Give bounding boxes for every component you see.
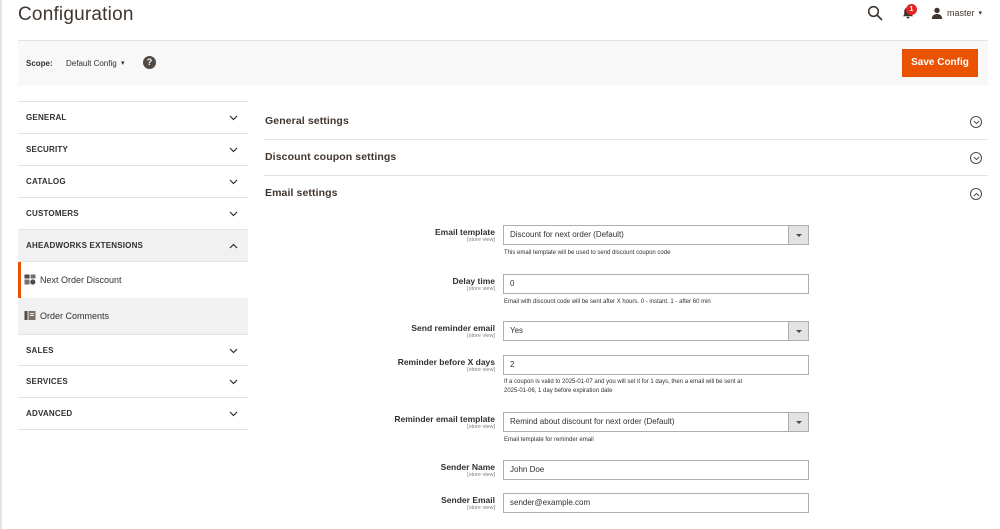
scope-caret-icon[interactable]: ▾: [121, 59, 125, 67]
section-discount-coupon-settings[interactable]: Discount coupon settings: [264, 140, 988, 176]
field-note: If a coupon is valid to 2025-01-07 and y…: [504, 379, 743, 385]
select-value: Discount for next order (Default): [510, 230, 624, 239]
notifications-button[interactable]: 1: [901, 4, 917, 20]
store-view-hint: [store view]: [467, 424, 495, 430]
expand-icon: [970, 152, 982, 164]
page-left-border: [0, 0, 2, 529]
store-view-hint: [store view]: [467, 286, 495, 292]
field-label: Reminder email template: [394, 414, 495, 424]
expand-icon: [970, 116, 982, 128]
field-label: Sender Email: [441, 495, 495, 505]
sidebar-tab-label: CUSTOMERS: [26, 209, 79, 218]
delay-time-input[interactable]: 0: [503, 274, 809, 294]
input-value: 0: [510, 279, 515, 288]
sidebar-tab-customers[interactable]: CUSTOMERS: [18, 198, 248, 230]
input-value: 2: [510, 360, 515, 369]
notification-count-badge: 1: [905, 4, 917, 15]
header-actions: 1 master ▾: [867, 4, 982, 21]
sender-email-input[interactable]: sender@example.com: [503, 493, 809, 513]
field-note: Email with discount code will be sent af…: [504, 299, 711, 305]
field-label: Sender Name: [440, 462, 495, 472]
scope-label: Scope:: [26, 59, 53, 68]
dropdown-arrow-icon[interactable]: [788, 226, 808, 244]
config-sidebar: GENERAL SECURITY CATALOG CUSTOMERS AHEAD…: [18, 101, 248, 430]
section-title: Email settings: [265, 187, 338, 199]
chevron-down-icon: [228, 398, 238, 430]
chevron-down-icon: [228, 134, 238, 166]
chevron-down-icon: [228, 102, 238, 134]
sidebar-tab-label: SECURITY: [26, 145, 69, 154]
store-view-hint: [store view]: [467, 472, 495, 478]
save-config-button[interactable]: Save Config: [902, 49, 978, 77]
sidebar-tab-label: CATALOG: [26, 177, 66, 186]
dropdown-arrow-icon[interactable]: [788, 413, 808, 431]
user-menu-caret-icon[interactable]: ▾: [978, 9, 982, 17]
page-title: Configuration: [18, 4, 134, 25]
sender-name-input[interactable]: John Doe: [503, 460, 809, 480]
sidebar-tab-catalog[interactable]: CATALOG: [18, 166, 248, 198]
sidebar-tab-general[interactable]: GENERAL: [18, 102, 248, 134]
sidebar-tab-label: GENERAL: [26, 113, 67, 122]
field-label: Send reminder email: [411, 323, 495, 333]
order-comments-icon: [24, 311, 36, 320]
select-value: Remind about discount for next order (De…: [510, 417, 675, 426]
search-icon[interactable]: [867, 5, 883, 21]
config-main: General settings Discount coupon setting…: [264, 104, 988, 212]
sidebar-tab-advanced[interactable]: ADVANCED: [18, 398, 248, 430]
chevron-down-icon: [228, 166, 238, 198]
chevron-up-icon: [228, 230, 238, 262]
store-view-hint: [store view]: [467, 367, 495, 373]
field-note: 2025-01-06, 1 day before expiration date: [504, 388, 613, 394]
collapse-icon: [970, 188, 982, 200]
store-view-hint: [store view]: [467, 333, 495, 339]
store-view-hint: [store view]: [467, 237, 495, 243]
sidebar-tab-security[interactable]: SECURITY: [18, 134, 248, 166]
sidebar-tab-sales[interactable]: SALES: [18, 334, 248, 366]
chevron-down-icon: [228, 198, 238, 230]
sidebar-item-label: Order Comments: [40, 311, 110, 321]
input-value: John Doe: [510, 465, 545, 474]
sidebar-item-next-order-discount[interactable]: Next Order Discount: [18, 262, 248, 298]
sidebar-item-label: Next Order Discount: [40, 275, 122, 285]
select-value: Yes: [510, 326, 524, 335]
section-title: General settings: [265, 115, 349, 127]
sidebar-tab-aheadworks-extensions[interactable]: AHEADWORKS EXTENSIONS: [18, 230, 248, 262]
store-view-hint: [store view]: [467, 505, 495, 511]
field-note: This email template will be used to send…: [504, 250, 671, 256]
email-template-select[interactable]: Discount for next order (Default): [503, 225, 809, 245]
sidebar-tab-label: AHEADWORKS EXTENSIONS: [26, 241, 144, 250]
section-email-settings[interactable]: Email settings: [264, 176, 988, 212]
reminder-template-select[interactable]: Remind about discount for next order (De…: [503, 412, 809, 432]
input-value: sender@example.com: [510, 498, 591, 507]
field-label: Delay time: [452, 276, 495, 286]
help-icon[interactable]: ?: [143, 56, 156, 69]
sidebar-item-order-comments[interactable]: Order Comments: [18, 298, 248, 334]
field-label: Email template: [435, 227, 495, 237]
chevron-down-icon: [228, 335, 238, 367]
scope-bar: Scope: Default Config ▾ ? Save Config: [18, 40, 988, 86]
section-title: Discount coupon settings: [265, 151, 397, 163]
user-menu-name[interactable]: master: [947, 8, 975, 18]
chevron-down-icon: [228, 366, 238, 398]
next-order-discount-icon: [24, 274, 36, 285]
scope-switcher[interactable]: Default Config: [66, 59, 117, 68]
sidebar-tab-label: SERVICES: [26, 377, 68, 386]
user-icon[interactable]: [931, 7, 943, 19]
field-label: Reminder before X days: [397, 357, 495, 367]
send-reminder-select[interactable]: Yes: [503, 321, 809, 341]
sidebar-tab-services[interactable]: SERVICES: [18, 366, 248, 398]
reminder-days-input[interactable]: 2: [503, 355, 809, 375]
section-general-settings[interactable]: General settings: [264, 104, 988, 140]
field-note: Email template for reminder email: [504, 437, 594, 443]
sidebar-tab-label: ADVANCED: [26, 409, 73, 418]
sidebar-tab-label: SALES: [26, 346, 54, 355]
dropdown-arrow-icon[interactable]: [788, 322, 808, 340]
